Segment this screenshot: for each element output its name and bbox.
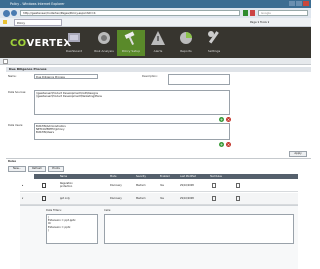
test-rule-icon[interactable] <box>212 183 216 188</box>
name-label: Name: <box>8 75 17 78</box>
tab-policy[interactable]: Policy <box>14 19 62 26</box>
rule-severity: Medium <box>136 184 146 187</box>
list-item[interactable]: \\gesitenser\Product Development\Marketi… <box>36 95 228 98</box>
column-severity[interactable]: Severity <box>136 174 146 179</box>
refresh-button[interactable]: Refresh <box>28 166 46 172</box>
search-input[interactable]: Google <box>258 10 308 16</box>
back-button[interactable] <box>3 9 10 17</box>
remove-data-source-icon[interactable]: × <box>226 117 231 122</box>
description-input[interactable] <box>168 74 230 85</box>
cells-box[interactable] <box>104 214 294 244</box>
nav-label: Settings <box>207 49 221 53</box>
window-title: Policy - Windows Internet Explorer <box>10 2 65 6</box>
delete-rule-icon[interactable] <box>236 196 240 201</box>
data-filters-label: Data Filters: <box>46 209 62 212</box>
favorites-star-icon[interactable] <box>3 20 7 24</box>
add-data-user-icon[interactable]: + <box>219 142 224 147</box>
data-sources-list[interactable]: \\gesitenser\Product Development\CAD\Des… <box>34 90 230 115</box>
url-input[interactable]: http://gesitenser/CoVertex/Pages/Policy.… <box>20 10 240 16</box>
column-name[interactable]: Name <box>60 174 67 179</box>
reports-icon <box>180 32 192 44</box>
rule-modified: 29/10/2008 <box>180 197 194 200</box>
description-label: Description: <box>142 75 158 78</box>
rule-icon <box>42 196 46 201</box>
rule-detail-panel: Data Filters: ( Extension = ppt.pptx Or … <box>20 205 298 269</box>
rule-severity: Medium <box>136 197 146 200</box>
nav-alerts[interactable]: Alerts <box>144 30 172 53</box>
remove-data-user-icon[interactable]: × <box>226 142 231 147</box>
risk-analysis-icon <box>98 32 110 44</box>
data-sources-label: Data Sources: <box>8 91 27 94</box>
section-header: Due Diligence Process <box>6 67 311 72</box>
cells-label: Cells: <box>104 209 112 212</box>
browser-command-bar[interactable]: Page ▾ Tools ▾ <box>250 20 269 24</box>
nav-label: Dashboard <box>65 49 83 53</box>
stop-icon[interactable] <box>250 10 255 16</box>
minimize-button[interactable] <box>289 1 295 6</box>
column-mode[interactable]: Mode <box>110 174 117 179</box>
expand-icon[interactable]: ▸ <box>22 184 23 187</box>
dashboard-icon <box>68 33 80 42</box>
nav-label: Policy Setup <box>121 49 141 53</box>
alert-triangle-icon <box>151 31 165 45</box>
rules-title: Rules <box>8 160 17 163</box>
data-users-list[interactable]: BUILTIN\Administrators NETCOVERTEX\Johnn… <box>34 123 230 140</box>
divider <box>6 158 311 159</box>
nav-label: Reports <box>180 49 192 53</box>
browser-titlebar: Policy - Windows Internet Explorer <box>0 0 311 8</box>
apply-button[interactable]: Apply <box>289 151 307 157</box>
rule-icon <box>42 183 46 188</box>
rule-enabled: Yes <box>160 184 164 187</box>
wrench-icon <box>208 31 219 44</box>
list-item[interactable]: BUILTIN\Users <box>36 131 228 134</box>
window-controls <box>289 1 309 6</box>
section-title: Due Diligence Process <box>9 67 47 71</box>
maximize-button[interactable] <box>296 1 302 6</box>
rule-modified: 29/10/2008 <box>180 184 194 187</box>
nav-settings[interactable]: Settings <box>200 30 228 53</box>
forward-button[interactable] <box>11 10 17 16</box>
page-icon <box>3 59 8 64</box>
add-data-source-icon[interactable]: + <box>219 117 224 122</box>
nav-reports[interactable]: Reports <box>172 30 200 53</box>
nav-label: Risk Analysis <box>94 49 114 53</box>
app-subbar <box>0 58 311 65</box>
table-row[interactable]: ▾ ppt only Discovery Medium Yes 29/10/20… <box>20 193 298 205</box>
test-rule-icon[interactable] <box>212 196 216 201</box>
tab-label: Policy <box>17 21 26 25</box>
pivots-button[interactable]: Pivots <box>48 166 64 172</box>
rule-name[interactable]: ppt only <box>60 197 70 200</box>
column-test-rules[interactable]: Test Rules <box>210 174 222 179</box>
collapse-icon[interactable]: ▾ <box>22 197 23 200</box>
logo-prefix: CO <box>10 38 27 49</box>
nav-policy-setup[interactable]: Policy Setup <box>117 30 145 56</box>
table-row[interactable]: ▸ Regulation protection Discovery Medium… <box>20 180 298 192</box>
column-enabled[interactable]: Enabled <box>160 174 170 179</box>
filter-line: ) <box>48 229 50 233</box>
rule-mode: Discovery <box>110 197 122 200</box>
data-users-label: Data Users: <box>8 124 24 127</box>
name-input[interactable]: Due Diligence Process <box>34 74 98 79</box>
rule-enabled: Yes <box>160 197 164 200</box>
rule-mode: Discovery <box>110 184 122 187</box>
hammer-icon <box>124 31 135 45</box>
close-button[interactable] <box>303 1 309 6</box>
new-rule-button[interactable]: New... <box>8 166 26 172</box>
nav-dashboard[interactable]: Dashboard <box>60 30 88 53</box>
column-last-modified[interactable]: Last Modified <box>180 174 196 179</box>
refresh-icon[interactable] <box>243 10 248 16</box>
nav-label: Alerts <box>153 49 163 53</box>
rule-name[interactable]: Regulation protection <box>60 182 84 188</box>
delete-rule-icon[interactable] <box>236 183 240 188</box>
data-filters-box[interactable]: ( Extension = ppt.pptx Or Extension = pp… <box>46 214 98 244</box>
nav-risk-analysis[interactable]: Risk Analysis <box>90 30 118 53</box>
